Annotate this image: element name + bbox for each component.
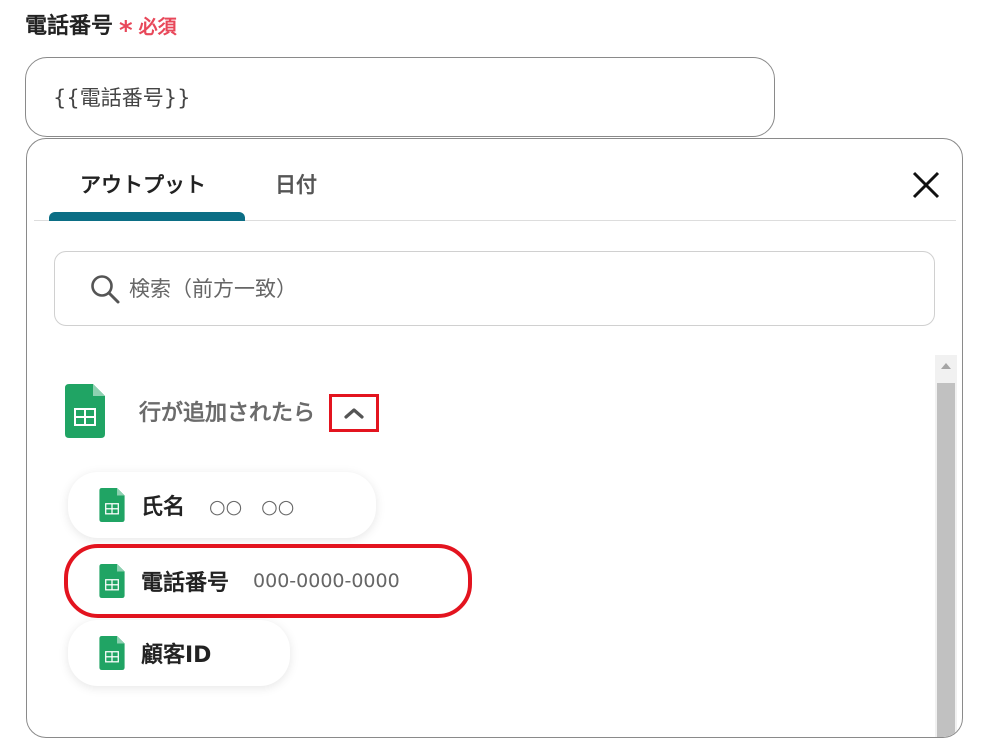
google-sheets-icon [99, 488, 125, 522]
item-value: 000-0000-0000 [253, 570, 400, 592]
close-icon[interactable] [910, 169, 942, 201]
tab-date[interactable]: 日付 [275, 169, 317, 199]
scrollbar[interactable] [935, 355, 957, 737]
active-tab-indicator [49, 212, 245, 221]
search-icon [91, 274, 120, 303]
chevron-up-icon[interactable] [329, 394, 380, 432]
google-sheets-icon [99, 564, 125, 598]
scroll-thumb[interactable] [937, 383, 955, 737]
list-item[interactable]: 電話番号 000-0000-0000 [64, 544, 472, 618]
required-asterisk: * [119, 16, 133, 46]
google-sheets-icon [65, 384, 105, 438]
list-item[interactable]: 顧客ID [68, 620, 290, 686]
item-label: 電話番号 [141, 571, 230, 596]
field-label: 電話番号 * 必須 [25, 8, 177, 44]
item-value: ○○ ○○ [209, 495, 295, 518]
phone-value-field[interactable]: {{電話番号}} [25, 57, 775, 137]
field-label-text: 電話番号 [25, 14, 114, 39]
tab-output[interactable]: アウトプット [80, 169, 206, 199]
item-label: 氏名 [141, 495, 186, 520]
group-header: 行が追加されたら [65, 383, 380, 439]
search-input[interactable] [129, 276, 829, 301]
required-badge: 必須 [138, 16, 177, 38]
phone-value-text: {{電話番号}} [53, 86, 191, 110]
group-title: 行が追加されたら [139, 401, 316, 426]
tab-bar: アウトプット 日付 [34, 139, 956, 221]
output-picker-popup: アウトプット 日付 行が追加されたら [26, 138, 963, 738]
list-item[interactable]: 氏名 ○○ ○○ [68, 472, 376, 538]
search-box [54, 251, 935, 326]
item-label: 顧客ID [141, 643, 212, 668]
scroll-up-arrow-icon[interactable] [941, 363, 951, 369]
google-sheets-icon [99, 636, 125, 670]
